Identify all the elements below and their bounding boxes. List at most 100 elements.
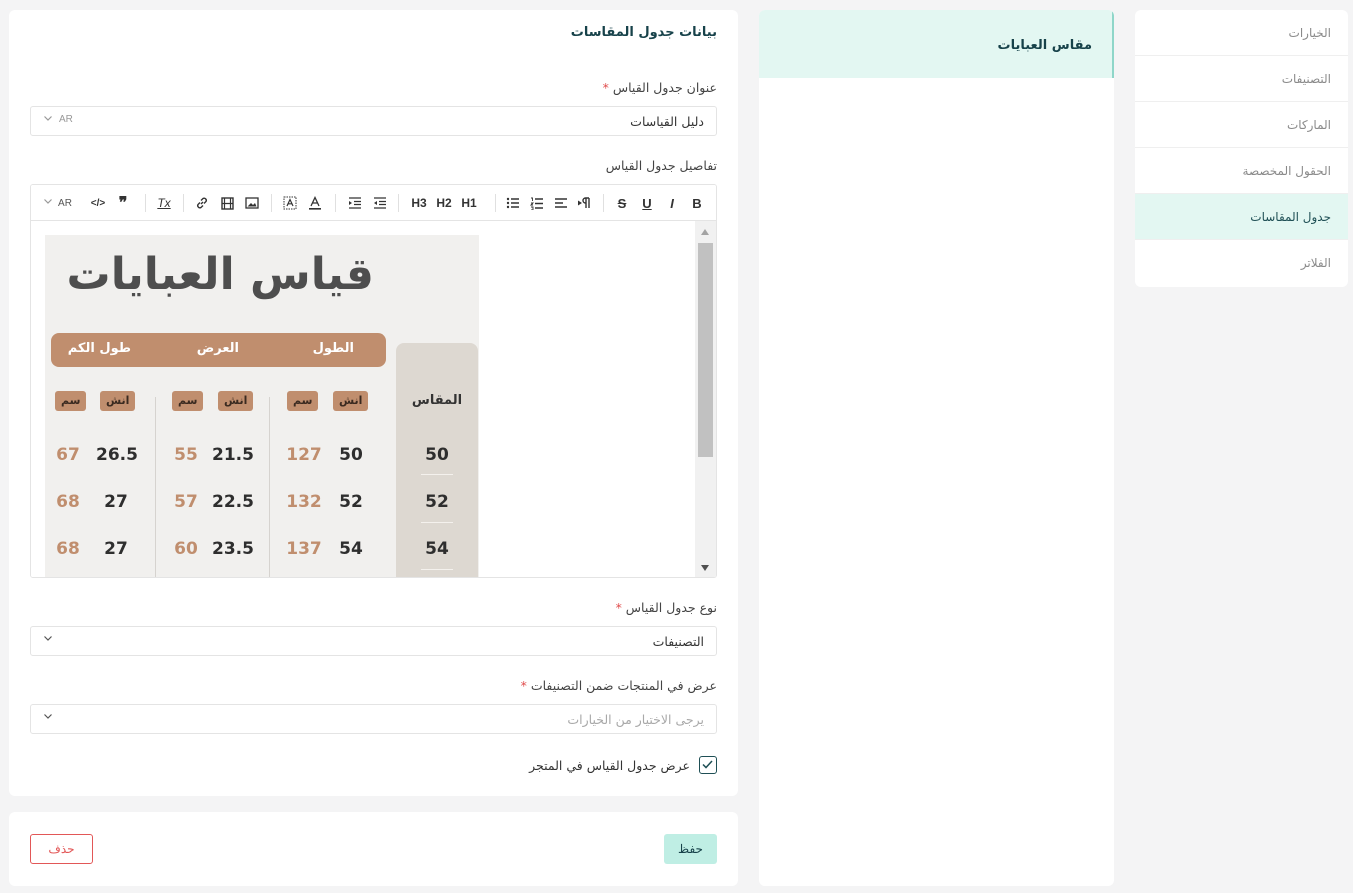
scroll-thumb[interactable]: [698, 243, 713, 457]
bold-button[interactable]: B: [686, 185, 708, 221]
unit-chip-inch: انش: [218, 391, 254, 411]
unit-chip-cm: سم: [55, 391, 87, 411]
clear-format-button[interactable]: Tx: [153, 185, 175, 221]
rich-text-editor[interactable]: B I U S H1 H2 H3 Tx ❞ </> AR قياس العباي…: [30, 184, 717, 578]
size-chart-form: بيانات جدول المقاسات عنوان جدول القياس *…: [9, 10, 738, 796]
list-item[interactable]: مقاس العبايات: [759, 10, 1114, 78]
editor-toolbar: B I U S H1 H2 H3 Tx ❞ </> AR: [31, 185, 716, 221]
align-button[interactable]: [550, 185, 572, 221]
blockquote-button[interactable]: ❞: [112, 185, 134, 221]
toolbar-divider: [271, 194, 272, 212]
unit-chip-cm: سم: [172, 391, 204, 411]
heading-1-button[interactable]: H1: [458, 185, 480, 221]
type-select[interactable]: التصنيفات: [30, 626, 717, 656]
width-cm: 55: [174, 445, 198, 465]
size-value: 54: [425, 539, 449, 559]
show-in-store-checkbox[interactable]: [699, 756, 717, 774]
sidebar-item-brands[interactable]: الماركات: [1135, 102, 1348, 148]
unit-chip-cm: سم: [287, 391, 319, 411]
settings-sidebar: الخيارات التصنيفات الماركات الحقول المخص…: [1135, 10, 1348, 287]
language-selector[interactable]: AR: [59, 114, 73, 125]
sleeve-cm: 68: [56, 492, 80, 512]
show-in-store-label: عرض جدول القياس في المتجر: [529, 757, 690, 773]
align-left-icon: [555, 198, 567, 208]
bullet-list-button[interactable]: [502, 185, 524, 221]
heading-2-button[interactable]: H2: [433, 185, 455, 221]
size-column: المقاس 50 52 54: [396, 343, 478, 577]
checkmark-icon: [702, 760, 713, 769]
sidebar-item-custom-fields[interactable]: الحقول المخصصة: [1135, 148, 1348, 194]
highlight-color-button[interactable]: [279, 185, 301, 221]
size-header: المقاس: [411, 393, 463, 408]
chevron-down-icon: [44, 636, 52, 641]
sidebar-item-size-charts[interactable]: جدول المقاسات: [1135, 194, 1348, 240]
size-chart-title: قياس العبايات: [66, 249, 374, 300]
font-color-icon: [309, 196, 321, 210]
delete-button[interactable]: حذف: [30, 834, 93, 864]
size-chart-image: قياس العبايات الطول العرض طول الكم المقا…: [45, 235, 479, 577]
rtl-direction-button[interactable]: [574, 185, 596, 221]
paragraph-rtl-icon: [578, 197, 590, 208]
length-inch: 54: [339, 539, 363, 559]
details-label: تفاصيل جدول القياس: [605, 158, 717, 173]
sidebar-item-filters[interactable]: الفلاتر: [1135, 240, 1348, 286]
indent-button[interactable]: [344, 185, 366, 221]
type-label: نوع جدول القياس *: [615, 600, 717, 615]
toolbar-divider: [495, 194, 496, 212]
sidebar-item-categories[interactable]: التصنيفات: [1135, 56, 1348, 102]
sleeve-inch: 27: [104, 492, 128, 512]
form-actions: حفظ حذف: [9, 812, 738, 886]
underline-button[interactable]: U: [636, 185, 658, 221]
insert-link-button[interactable]: [191, 185, 213, 221]
scroll-down-arrow[interactable]: [701, 565, 709, 571]
length-cm: 137: [286, 539, 322, 559]
save-button[interactable]: حفظ: [664, 834, 717, 864]
column-divider: [155, 397, 156, 577]
toolbar-divider: [335, 194, 336, 212]
sleeve-cm: 68: [56, 539, 80, 559]
strikethrough-button[interactable]: S: [611, 185, 633, 221]
outdent-button[interactable]: [369, 185, 391, 221]
width-cm: 57: [174, 492, 198, 512]
length-cm: 127: [286, 445, 322, 465]
row-divider: [421, 569, 453, 570]
indent-icon: [349, 197, 361, 209]
unit-chip-inch: انش: [333, 391, 369, 411]
highlight-icon: [283, 196, 297, 210]
bullet-list-icon: [506, 197, 519, 209]
name-label: عنوان جدول القياس *: [602, 80, 717, 95]
header-width: العرض: [196, 341, 239, 356]
sidebar-item-options[interactable]: الخيارات: [1135, 10, 1348, 56]
insert-image-button[interactable]: [241, 185, 263, 221]
toolbar-divider: [398, 194, 399, 212]
editor-scrollbar[interactable]: [695, 221, 716, 577]
size-value: 50: [425, 445, 449, 465]
unit-chip-inch: انش: [100, 391, 136, 411]
insert-video-button[interactable]: [216, 185, 238, 221]
scroll-up-arrow[interactable]: [701, 229, 709, 235]
categories-select[interactable]: يرجى الاختيار من الخيارات: [30, 704, 717, 734]
header-sleeve: طول الكم: [67, 341, 131, 356]
measurement-header-bar: الطول العرض طول الكم: [51, 333, 386, 367]
text-color-button[interactable]: [304, 185, 326, 221]
sleeve-inch: 26.5: [96, 445, 138, 465]
sleeve-cm: 67: [56, 445, 80, 465]
heading-3-button[interactable]: H3: [408, 185, 430, 221]
italic-button[interactable]: I: [661, 185, 683, 221]
code-button[interactable]: </>: [87, 185, 109, 221]
editor-content[interactable]: قياس العبايات الطول العرض طول الكم المقا…: [31, 221, 716, 577]
toolbar-divider: [183, 194, 184, 212]
header-length: الطول: [312, 341, 354, 356]
chevron-down-icon: [44, 116, 52, 121]
video-icon: [220, 196, 234, 210]
link-icon: [197, 197, 207, 209]
editor-language-selector[interactable]: AR: [52, 185, 78, 221]
toolbar-divider: [145, 194, 146, 212]
size-value: 52: [425, 492, 449, 512]
ordered-list-button[interactable]: [526, 185, 548, 221]
categories-placeholder: يرجى الاختيار من الخيارات: [567, 712, 704, 727]
chevron-down-icon: [44, 199, 52, 204]
image-icon: [245, 197, 259, 209]
name-field[interactable]: دليل القياسات AR: [30, 106, 717, 136]
width-inch: 21.5: [212, 445, 254, 465]
